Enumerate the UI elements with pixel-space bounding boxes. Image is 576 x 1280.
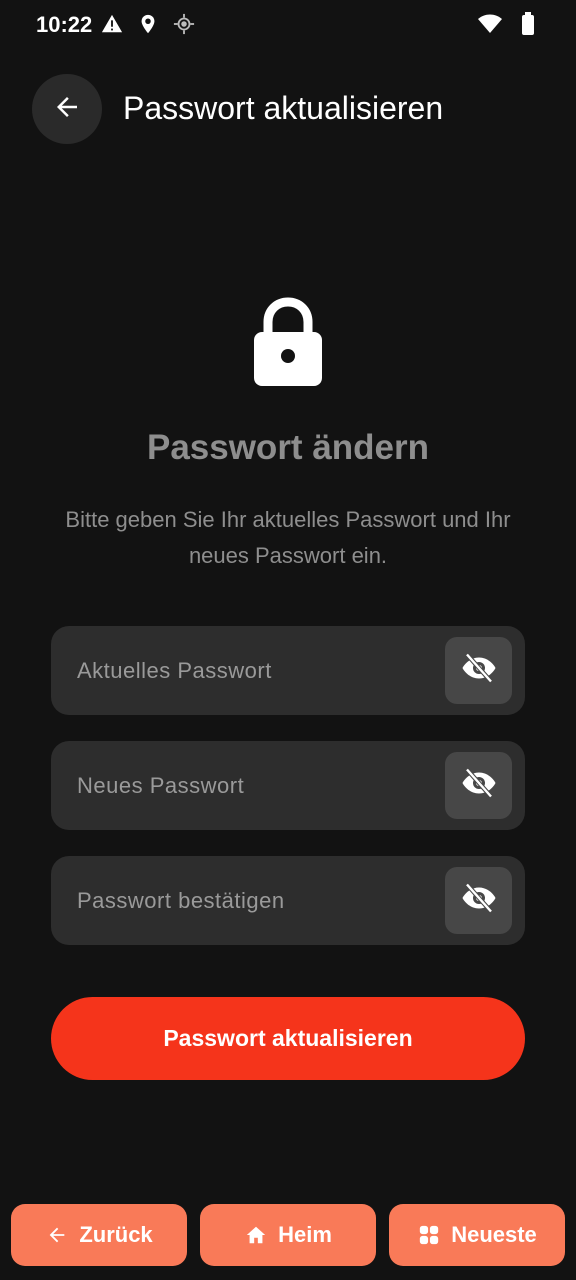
wifi-icon <box>478 12 502 36</box>
new-password-field <box>51 741 525 830</box>
confirm-password-input[interactable] <box>77 856 437 945</box>
nav-back-label: Zurück <box>79 1222 153 1247</box>
status-bar: 10:22 <box>0 0 576 50</box>
page-title: Passwort aktualisieren <box>123 90 444 126</box>
confirm-password-field <box>51 856 525 945</box>
nav-back-button[interactable]: Zurück <box>11 1204 187 1266</box>
toggle-current-password-visibility[interactable] <box>445 637 512 704</box>
nav-recent-label: Neueste <box>451 1222 537 1247</box>
new-password-input[interactable] <box>77 741 437 830</box>
arrow-left-icon <box>52 92 82 127</box>
grid-icon <box>417 1223 441 1247</box>
arrow-left-icon <box>45 1223 69 1247</box>
status-time: 10:22 <box>36 12 93 37</box>
eye-off-icon <box>461 880 497 921</box>
battery-icon <box>516 12 540 36</box>
eye-off-icon <box>461 650 497 691</box>
toggle-new-password-visibility[interactable] <box>445 752 512 819</box>
section-description: Bitte geben Sie Ihr aktuelles Passwort u… <box>65 507 511 568</box>
current-password-field <box>51 626 525 715</box>
update-password-button[interactable]: Passwort aktualisieren <box>51 997 525 1080</box>
toggle-confirm-password-visibility[interactable] <box>445 867 512 934</box>
warning-icon <box>100 12 124 36</box>
status-icons-left <box>100 12 196 36</box>
bottom-nav: Zurück Heim Neueste <box>0 1204 576 1266</box>
location-pin-icon <box>136 12 160 36</box>
home-icon <box>244 1223 268 1247</box>
gps-icon <box>172 12 196 36</box>
header: Passwort aktualisieren <box>0 72 576 144</box>
current-password-input[interactable] <box>77 626 437 715</box>
status-icons-right <box>478 12 540 36</box>
nav-home-button[interactable]: Heim <box>200 1204 376 1266</box>
section-title: Passwort ändern <box>146 428 430 467</box>
lock-icon <box>248 296 328 388</box>
nav-recent-button[interactable]: Neueste <box>389 1204 565 1266</box>
eye-off-icon <box>461 765 497 806</box>
nav-home-label: Heim <box>278 1222 332 1247</box>
back-button[interactable] <box>32 74 102 144</box>
